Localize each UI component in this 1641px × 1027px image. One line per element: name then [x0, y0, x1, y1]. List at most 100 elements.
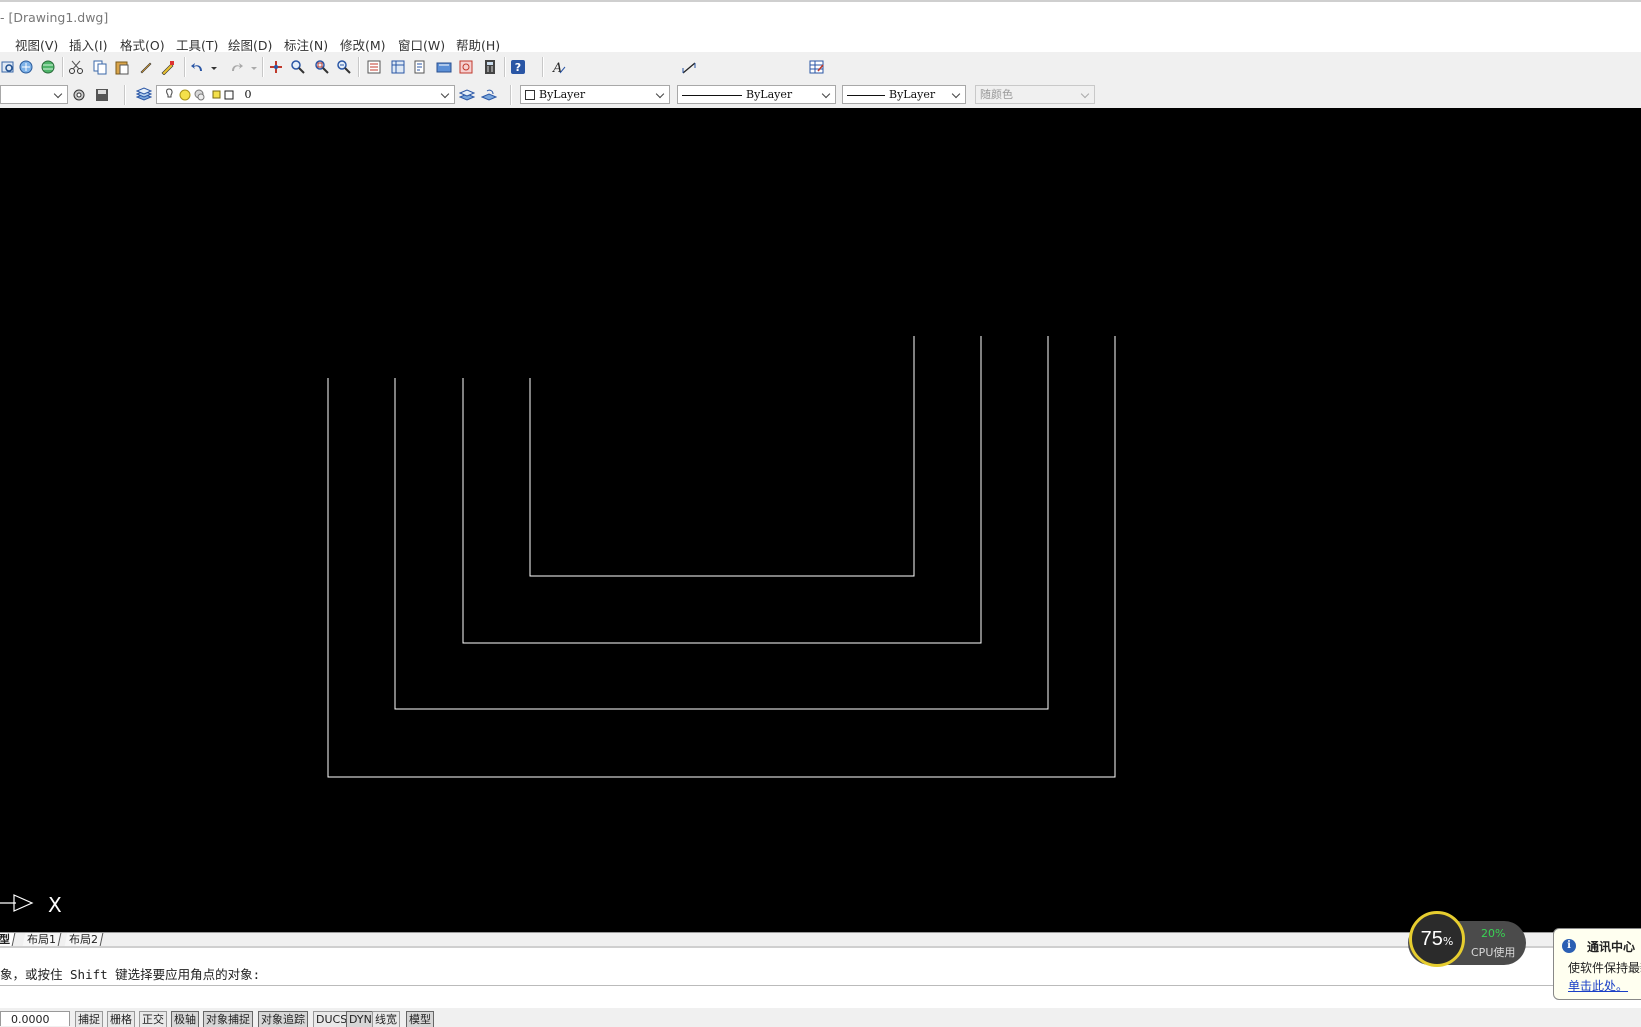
- plot-preview-icon[interactable]: [0, 59, 16, 75]
- tab-layout2-label: 布局2: [69, 933, 98, 946]
- notification-title: 通讯中心: [1587, 940, 1636, 954]
- drawing-canvas[interactable]: X: [0, 108, 1641, 932]
- lineweight-preview: [847, 94, 885, 96]
- ducs-toggle[interactable]: DUCS: [313, 1011, 351, 1027]
- make-object-layer-current-icon[interactable]: [459, 87, 475, 103]
- standard-toolbar: ? A Standard ISO-25 Standard: [0, 52, 1641, 128]
- design-center-icon[interactable]: [390, 59, 406, 75]
- ucs-icon: [0, 894, 34, 912]
- layer-properties-icon[interactable]: [136, 87, 152, 103]
- command-window[interactable]: 象，或按住 Shift 键选择要应用角点的对象:: [0, 946, 1641, 1011]
- linetype-value: ByLayer: [746, 88, 793, 101]
- chevron-down-icon: [1081, 86, 1091, 103]
- plot-style-control-select: 随颜色: [975, 85, 1095, 104]
- chevron-down-icon: [952, 86, 962, 103]
- lineweight-toggle[interactable]: 线宽: [372, 1011, 400, 1027]
- coordinate-readout[interactable]: 0.0000: [0, 1011, 70, 1026]
- svg-text:A: A: [552, 61, 562, 75]
- layer-select[interactable]: 0: [156, 85, 455, 104]
- color-value: ByLayer: [539, 88, 586, 101]
- color-control-select[interactable]: ByLayer: [520, 85, 670, 104]
- workspace-save-icon[interactable]: [94, 87, 110, 103]
- u-shape-line-2[interactable]: [462, 336, 982, 644]
- tool-palettes-icon[interactable]: [412, 59, 428, 75]
- lineweight-value: ByLayer: [889, 88, 936, 101]
- notification-body: 使软件保持最新: [1568, 961, 1641, 975]
- linetype-control-select[interactable]: ByLayer: [677, 85, 836, 104]
- snap-toggle[interactable]: 捕捉: [75, 1011, 103, 1027]
- match-properties-icon[interactable]: [138, 59, 154, 75]
- paste-icon[interactable]: [114, 59, 130, 75]
- u-shape-line-3[interactable]: [394, 336, 1049, 710]
- command-prompt: 象，或按住 Shift 键选择要应用角点的对象:: [0, 967, 261, 982]
- toolbar-separator: [184, 57, 185, 77]
- layout-tabs: 型 布局1 布局2: [0, 932, 1641, 947]
- notification-link[interactable]: 单击此处。: [1568, 977, 1628, 994]
- redo-icon[interactable]: [228, 59, 244, 75]
- zoom-window-icon[interactable]: [314, 59, 330, 75]
- text-style-icon[interactable]: A: [551, 59, 567, 75]
- svg-text:?: ?: [515, 61, 521, 74]
- redo-dropdown-icon[interactable]: [246, 59, 257, 75]
- status-bar: 0.0000 捕捉 栅格 正交 极轴 对象捕捉 对象追踪 DUCS DYN 线宽…: [0, 1008, 1641, 1027]
- sheet-set-icon[interactable]: [436, 59, 452, 75]
- publish-icon[interactable]: [18, 59, 34, 75]
- layer-value: 0: [244, 88, 252, 101]
- workspace-select[interactable]: [0, 85, 68, 104]
- ortho-toggle[interactable]: 正交: [139, 1011, 167, 1027]
- cut-icon[interactable]: [68, 59, 84, 75]
- command-divider: [0, 985, 1641, 986]
- toolbar-separator: [542, 57, 543, 77]
- undo-icon[interactable]: [190, 59, 206, 75]
- object-snap-toggle[interactable]: 对象捕捉: [203, 1011, 253, 1027]
- zoom-previous-icon[interactable]: [336, 59, 352, 75]
- markup-set-icon[interactable]: [458, 59, 474, 75]
- properties-icon[interactable]: [366, 59, 382, 75]
- u-shape-line-inner[interactable]: [529, 336, 915, 577]
- calculator-icon[interactable]: [482, 59, 498, 75]
- object-tracking-toggle[interactable]: 对象追踪: [258, 1011, 308, 1027]
- pan-realtime-icon[interactable]: [268, 59, 284, 75]
- copy-icon[interactable]: [92, 59, 108, 75]
- color-swatch: [525, 90, 535, 100]
- info-icon: i: [1562, 939, 1576, 953]
- chevron-down-icon: [441, 86, 451, 103]
- cpu-usage-label: CPU使用: [1471, 946, 1516, 959]
- dimension-style-icon[interactable]: [681, 59, 697, 75]
- toolbar-separator: [124, 85, 125, 105]
- plot-style-value: 随颜色: [980, 88, 1013, 101]
- grid-toggle[interactable]: 栅格: [107, 1011, 135, 1027]
- chevron-down-icon: [656, 86, 666, 103]
- tab-layout1-label: 布局1: [27, 933, 56, 946]
- workspace-settings-icon[interactable]: [71, 87, 87, 103]
- undo-dropdown-icon[interactable]: [206, 59, 217, 75]
- tab-layout1[interactable]: 布局1: [22, 933, 62, 946]
- memory-gauge[interactable]: 75%: [1409, 911, 1465, 967]
- memory-unit: %: [1442, 935, 1454, 948]
- tab-layout2[interactable]: 布局2: [64, 933, 104, 946]
- polar-toggle[interactable]: 极轴: [171, 1011, 199, 1027]
- tab-model-label: 型: [0, 933, 10, 946]
- dyn-toggle[interactable]: DYN: [346, 1011, 375, 1027]
- notification-balloon[interactable]: i 通讯中心 使软件保持最新 单击此处。: [1553, 928, 1641, 1000]
- tab-model[interactable]: 型: [0, 933, 16, 946]
- block-editor-icon[interactable]: [160, 59, 176, 75]
- u-shape-line-outer[interactable]: [327, 336, 1116, 778]
- memory-value: 75: [1420, 928, 1443, 950]
- chevron-down-icon: [822, 86, 832, 103]
- cpu-usage-value: 20%: [1481, 927, 1506, 940]
- toolbar-separator: [262, 57, 263, 77]
- title-bar: - [Drawing1.dwg]: [0, 0, 1641, 32]
- properties-toolbar: 0 ByLayer ByLayer ByLayer 随颜色: [0, 82, 1641, 108]
- help-icon[interactable]: ?: [510, 59, 526, 75]
- linetype-preview: [682, 94, 742, 96]
- zoom-realtime-icon[interactable]: [290, 59, 306, 75]
- model-toggle[interactable]: 模型: [406, 1011, 434, 1027]
- chevron-down-icon: [54, 86, 64, 103]
- lineweight-control-select[interactable]: ByLayer: [842, 85, 966, 104]
- table-style-icon[interactable]: [809, 59, 825, 75]
- toolbar-separator: [504, 57, 505, 77]
- layer-previous-icon[interactable]: [481, 87, 497, 103]
- publish-web-icon[interactable]: [40, 59, 56, 75]
- toolbar-separator: [510, 85, 511, 105]
